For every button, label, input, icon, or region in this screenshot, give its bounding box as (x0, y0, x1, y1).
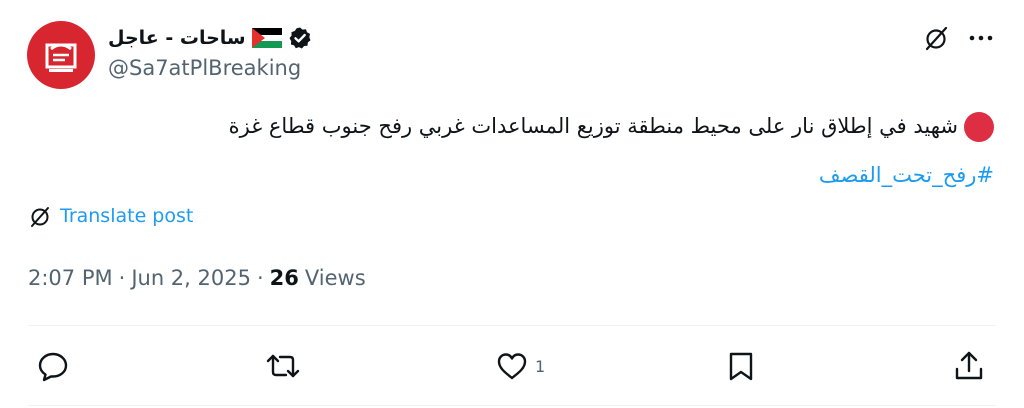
reply-button[interactable] (36, 348, 76, 384)
repost-button[interactable] (264, 348, 308, 384)
hashtag-link[interactable]: #رفح_تحت_القصف (819, 163, 994, 187)
share-icon (955, 351, 983, 380)
post-text-content: شهيد في إطلاق نار على محيط منطقة توزيع ا… (228, 114, 958, 138)
like-icon (497, 353, 527, 380)
avatar[interactable] (27, 21, 95, 89)
bookmark-button[interactable] (724, 348, 764, 384)
post-text: شهيد في إطلاق نار على محيط منطقة توزيع ا… (114, 112, 994, 142)
meta-separator-2: · (256, 266, 264, 290)
bookmark-icon (729, 352, 753, 381)
avatar-logo (45, 43, 77, 72)
views-count: 26 (269, 266, 299, 290)
author-name-row: ساحات - عاجل (108, 24, 312, 52)
author-display-name[interactable]: ساحات - عاجل (108, 27, 246, 49)
post-meta: 2:07 PM · Jun 2, 2025 · 26 Views (28, 266, 366, 290)
verified-badge-icon (289, 27, 311, 49)
translate-icon (31, 207, 49, 227)
meta-separator: · (118, 266, 126, 290)
red-circle-emoji (964, 112, 994, 142)
translate-post-link[interactable]: Translate post (28, 204, 193, 228)
translate-post-label: Translate post (60, 205, 194, 227)
post-time[interactable]: 2:07 PM (28, 266, 113, 290)
repost-icon (266, 354, 300, 378)
share-button[interactable] (952, 348, 986, 384)
more-icon[interactable] (966, 24, 996, 52)
grok-icon[interactable] (922, 24, 950, 52)
author-handle[interactable]: @Sa7atPlBreaking (108, 56, 301, 80)
reply-icon (38, 352, 68, 382)
post-date[interactable]: Jun 2, 2025 (131, 266, 251, 290)
like-count: 1 (535, 356, 546, 376)
views-label: Views (304, 266, 366, 290)
divider (28, 325, 996, 326)
like-button[interactable]: 1 (495, 348, 545, 384)
bottom-divider (28, 405, 996, 406)
palestine-flag-icon (251, 28, 282, 48)
